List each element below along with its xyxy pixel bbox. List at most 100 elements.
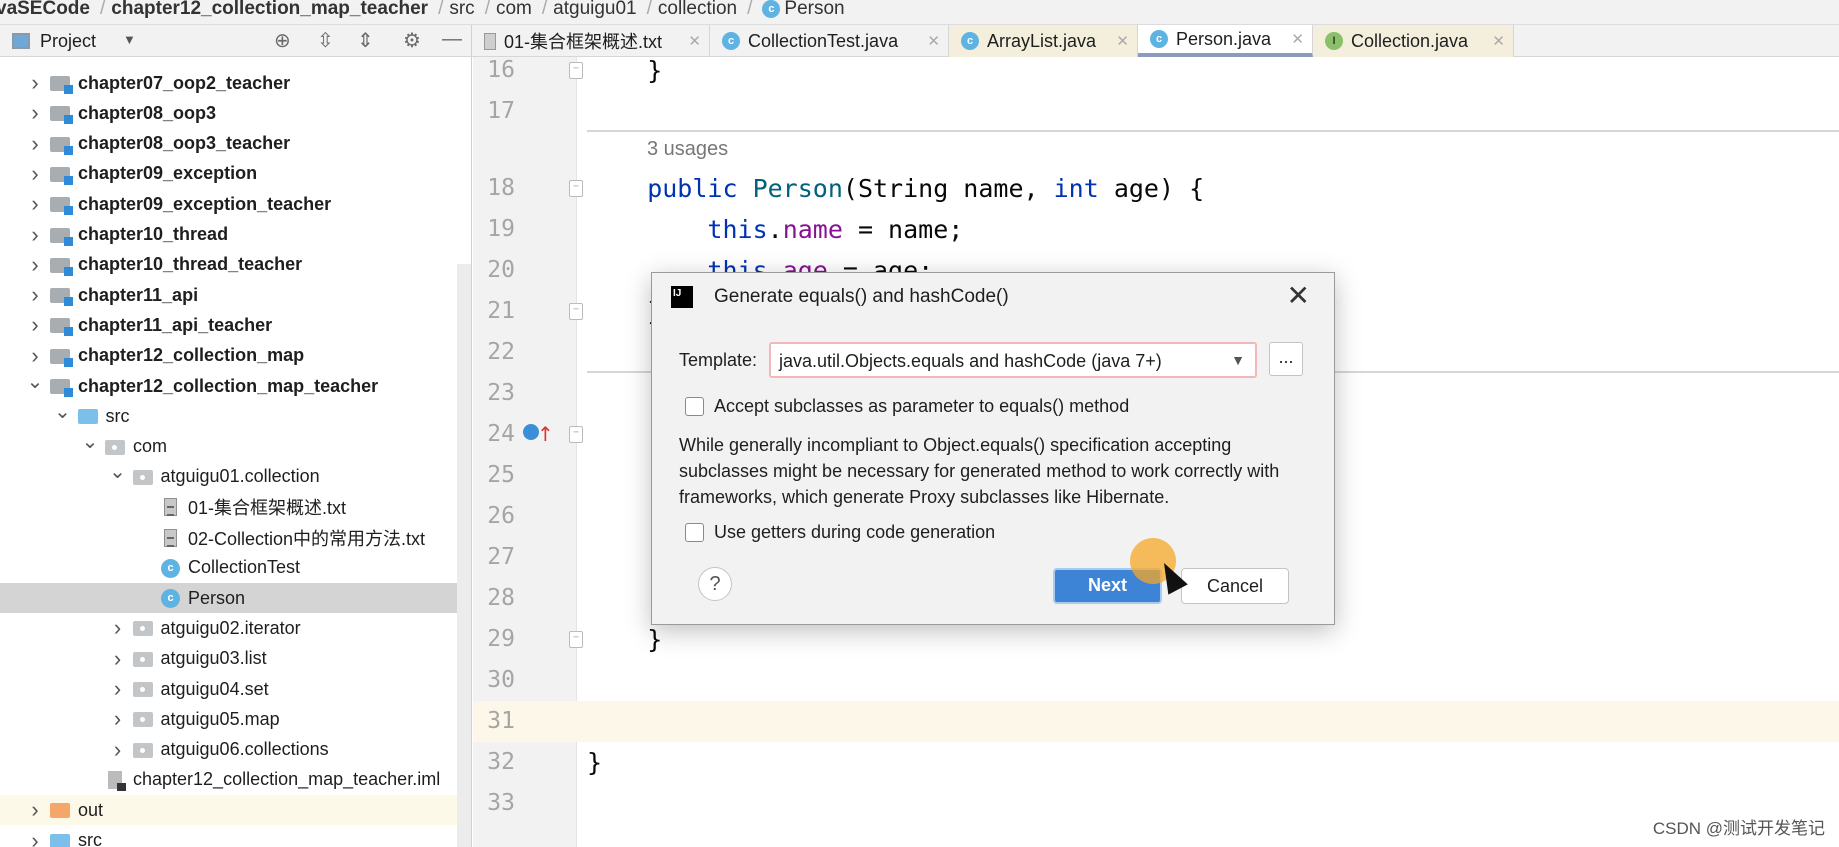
chevron-right-icon[interactable]: › xyxy=(109,676,127,702)
tree-item[interactable]: ⌄ atguigu01.collection xyxy=(0,459,458,492)
edit-templates-button[interactable]: ... xyxy=(1269,342,1303,376)
chevron-right-icon[interactable]: › xyxy=(109,615,127,641)
code-line[interactable]: 32} xyxy=(473,742,1839,783)
usages-hint[interactable]: 3 usages xyxy=(647,138,728,161)
tab-collection-java[interactable]: I Collection.java ✕ xyxy=(1313,25,1514,57)
close-tab-icon[interactable]: ✕ xyxy=(1492,32,1505,50)
breadcrumb-item[interactable]: vaSECode xyxy=(0,0,90,20)
fold-marker-icon[interactable]: − xyxy=(569,631,583,648)
gear-icon[interactable]: ⚙ xyxy=(403,28,421,53)
tree-item[interactable]: › out xyxy=(0,795,458,826)
tree-item[interactable]: c Person xyxy=(0,583,471,614)
tree-item[interactable]: › chapter12_collection_map xyxy=(0,341,458,371)
tree-item[interactable]: c CollectionTest xyxy=(0,553,458,583)
tree-item[interactable]: › src xyxy=(0,826,458,847)
chevron-right-icon[interactable]: › xyxy=(26,131,44,157)
tree-item[interactable]: chapter12_collection_map_teacher.iml xyxy=(0,765,458,795)
chevron-right-icon[interactable]: › xyxy=(26,343,44,369)
fold-marker-icon[interactable]: − xyxy=(569,426,583,443)
tree-item[interactable]: ⌄ com xyxy=(0,429,458,462)
breadcrumb-item[interactable]: src xyxy=(449,0,474,20)
chevron-down-icon[interactable]: ⌄ xyxy=(26,369,44,394)
chevron-right-icon[interactable]: › xyxy=(26,797,44,823)
expand-all-icon[interactable]: ⇳ xyxy=(317,28,334,53)
tree-item[interactable]: › chapter11_api_teacher xyxy=(0,310,458,340)
tree-item[interactable]: ⌄ chapter12_collection_map_teacher xyxy=(0,371,458,401)
chevron-right-icon[interactable]: › xyxy=(26,222,44,248)
tree-item[interactable]: › atguigu05.map xyxy=(0,704,458,734)
tree-item[interactable]: 02-Collection中的常用方法.txt xyxy=(0,523,458,553)
tab-label: ArrayList.java xyxy=(987,30,1097,51)
tree-item[interactable]: › atguigu03.list xyxy=(0,644,458,674)
tree-item[interactable]: ⌄ src xyxy=(0,401,458,431)
template-label: Template: xyxy=(679,350,758,370)
help-button[interactable]: ? xyxy=(698,567,732,601)
fold-marker-icon[interactable]: − xyxy=(569,62,583,79)
chevron-right-icon[interactable]: › xyxy=(109,737,127,763)
breadcrumb-item[interactable]: collection xyxy=(658,0,737,20)
tab-collectiontest-java[interactable]: c CollectionTest.java ✕ xyxy=(710,25,949,57)
breadcrumb-item[interactable]: atguigu01 xyxy=(553,0,636,20)
tree-item[interactable]: 01-集合框架概述.txt xyxy=(0,492,458,522)
tree-item[interactable]: › atguigu04.set xyxy=(0,674,458,704)
breadcrumb-item[interactable]: chapter12_collection_map_teacher xyxy=(111,0,428,20)
use-getters-label[interactable]: Use getters during code generation xyxy=(714,522,995,543)
fold-marker-icon[interactable]: − xyxy=(569,303,583,320)
tree-item[interactable]: › chapter10_thread xyxy=(0,220,458,250)
close-tab-icon[interactable]: ✕ xyxy=(927,32,940,50)
chevron-right-icon[interactable]: › xyxy=(26,828,44,847)
accept-subclasses-checkbox[interactable] xyxy=(685,397,704,416)
chevron-down-icon[interactable]: ⌄ xyxy=(54,399,72,424)
cancel-button[interactable]: Cancel xyxy=(1181,568,1289,604)
chevron-right-icon[interactable]: › xyxy=(26,252,44,278)
chevron-down-icon[interactable]: ⌄ xyxy=(109,459,127,484)
code-line[interactable]: 33 xyxy=(473,783,1839,824)
close-tab-icon[interactable]: ✕ xyxy=(1116,32,1129,50)
code-line[interactable]: 17 xyxy=(473,91,1839,132)
code-line[interactable]: 18 − public Person(String name, int age) … xyxy=(473,168,1839,209)
scrollbar[interactable] xyxy=(457,264,471,847)
chevron-right-icon[interactable]: › xyxy=(26,161,44,187)
package-icon xyxy=(132,712,153,728)
hide-icon[interactable]: — xyxy=(442,28,462,51)
code-line[interactable]: 30 xyxy=(473,660,1839,701)
tree-item[interactable]: › chapter07_oop2_teacher xyxy=(0,68,458,98)
tree-item[interactable]: › chapter09_exception_teacher xyxy=(0,189,458,219)
tree-item[interactable]: › chapter11_api xyxy=(0,280,458,310)
tab-arraylist-java[interactable]: c ArrayList.java ✕ xyxy=(949,25,1138,57)
tree-item[interactable]: › chapter08_oop3_teacher xyxy=(0,129,458,159)
chevron-down-icon[interactable]: ▼ xyxy=(123,32,136,47)
breadcrumb-item[interactable]: com xyxy=(496,0,532,20)
chevron-right-icon[interactable]: › xyxy=(26,100,44,126)
tree-item[interactable]: › chapter08_oop3 xyxy=(0,98,458,128)
tree-item[interactable]: › chapter10_thread_teacher xyxy=(0,250,458,280)
template-select[interactable]: java.util.Objects.equals and hashCode (j… xyxy=(769,342,1257,378)
close-icon[interactable]: ✕ xyxy=(1287,279,1310,312)
tree-item[interactable]: › atguigu02.iterator xyxy=(0,613,458,643)
tab-person-java[interactable]: c Person.java ✕ xyxy=(1138,25,1313,57)
chevron-right-icon[interactable]: › xyxy=(26,282,44,308)
close-tab-icon[interactable]: ✕ xyxy=(1291,30,1304,48)
collapse-all-icon[interactable]: ⇕ xyxy=(357,28,374,53)
code-line[interactable]: 19 this.name = name; xyxy=(473,209,1839,250)
breadcrumb-item[interactable]: Person xyxy=(784,0,844,20)
tab-01-txt[interactable]: 01-集合框架概述.txt ✕ xyxy=(472,25,710,57)
accept-subclasses-label[interactable]: Accept subclasses as parameter to equals… xyxy=(714,396,1129,417)
chevron-right-icon[interactable]: › xyxy=(109,646,127,672)
locate-icon[interactable]: ⊕ xyxy=(274,28,291,53)
tree-item[interactable]: › atguigu06.collections xyxy=(0,735,458,765)
code-line[interactable]: 29 − } xyxy=(473,619,1839,660)
fold-marker-icon[interactable]: − xyxy=(569,180,583,197)
code-line[interactable]: 31 xyxy=(473,701,1839,742)
chevron-right-icon[interactable]: › xyxy=(26,191,44,217)
chevron-right-icon[interactable]: › xyxy=(26,312,44,338)
chevron-right-icon[interactable]: › xyxy=(26,70,44,96)
chevron-down-icon[interactable]: ▼ xyxy=(1231,352,1245,368)
chevron-right-icon[interactable]: › xyxy=(109,706,127,732)
use-getters-checkbox[interactable] xyxy=(685,523,704,542)
project-view-selector[interactable]: Project xyxy=(40,31,96,52)
close-tab-icon[interactable]: ✕ xyxy=(688,32,701,50)
code-line[interactable]: 16 − } xyxy=(473,57,1839,91)
chevron-down-icon[interactable]: ⌄ xyxy=(81,429,99,454)
tree-item[interactable]: › chapter09_exception xyxy=(0,159,458,189)
